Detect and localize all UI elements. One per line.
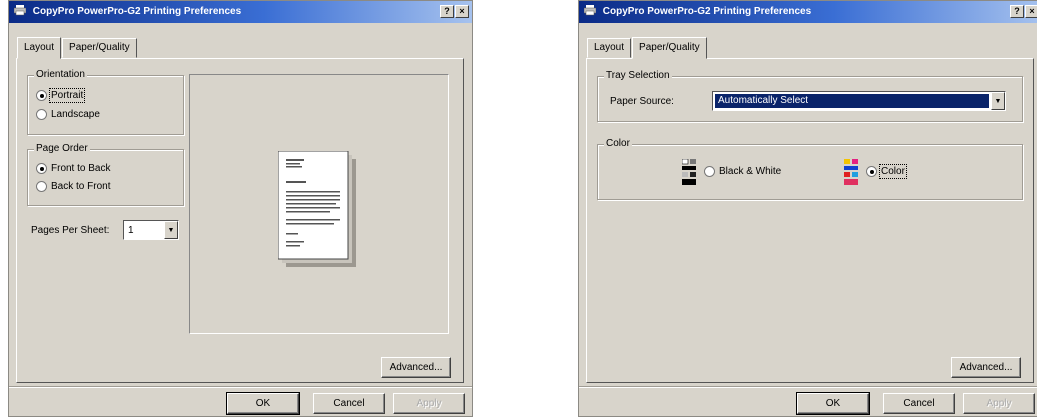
paper-source-select[interactable]: Automatically Select ▼	[712, 91, 1006, 111]
tab-panel: Tray Selection Paper Source: Automatical…	[586, 58, 1034, 383]
cancel-button[interactable]: Cancel	[313, 393, 385, 414]
color-group: Color Black & White Color	[597, 138, 1023, 200]
color-radio[interactable]: Color	[866, 164, 907, 179]
landscape-radio[interactable]: Landscape	[36, 109, 100, 120]
tab-paper-quality[interactable]: Paper/Quality	[632, 37, 707, 59]
radio-selected-icon	[36, 163, 47, 174]
window-title: CopyPro PowerPro-G2 Printing Preferences	[602, 6, 812, 17]
radio-icon	[704, 166, 715, 177]
black-white-label: Black & White	[719, 166, 782, 177]
back-to-front-label: Back to Front	[51, 181, 111, 192]
tab-paper-quality[interactable]: Paper/Quality	[62, 38, 137, 58]
pages-per-sheet-label: Pages Per Sheet:	[31, 225, 110, 236]
pages-per-sheet-select[interactable]: 1 ▼	[123, 220, 179, 240]
color-icon	[844, 159, 858, 185]
close-button[interactable]: ×	[455, 5, 469, 18]
portrait-radio[interactable]: Portrait	[36, 88, 86, 103]
help-button[interactable]: ?	[1010, 5, 1024, 18]
divider	[9, 386, 472, 388]
paper-source-value: Automatically Select	[715, 94, 989, 108]
chevron-down-icon[interactable]: ▼	[164, 221, 178, 239]
radio-selected-icon	[866, 166, 877, 177]
radio-selected-icon	[36, 90, 47, 101]
paper-quality-preferences-dialog: CopyPro PowerPro-G2 Printing Preferences…	[578, 0, 1037, 417]
close-button[interactable]: ×	[1025, 5, 1037, 18]
chevron-down-icon[interactable]: ▼	[991, 92, 1005, 110]
printer-icon	[584, 5, 596, 16]
divider	[579, 386, 1037, 388]
orientation-label: Orientation	[34, 69, 87, 80]
help-button[interactable]: ?	[440, 5, 454, 18]
color-option-label: Color	[879, 164, 907, 179]
color-label: Color	[604, 138, 632, 149]
radio-icon	[36, 109, 47, 120]
titlebar[interactable]: CopyPro PowerPro-G2 Printing Preferences…	[579, 1, 1037, 23]
paper-source-label: Paper Source:	[610, 96, 674, 107]
page-order-group: Page Order Front to Back Back to Front	[27, 143, 184, 206]
apply-button[interactable]: Apply	[393, 393, 465, 414]
layout-preferences-dialog: CopyPro PowerPro-G2 Printing Preferences…	[8, 0, 473, 417]
radio-icon	[36, 181, 47, 192]
black-white-icon	[682, 159, 696, 185]
front-to-back-label: Front to Back	[51, 163, 111, 174]
window-title: CopyPro PowerPro-G2 Printing Preferences	[32, 6, 242, 17]
black-white-radio[interactable]: Black & White	[704, 166, 781, 177]
titlebar[interactable]: CopyPro PowerPro-G2 Printing Preferences…	[9, 1, 472, 23]
page-preview	[189, 74, 449, 334]
tab-panel: Orientation Portrait Landscape Page Orde…	[16, 58, 464, 383]
orientation-group: Orientation Portrait Landscape	[27, 69, 184, 135]
tray-selection-group: Tray Selection Paper Source: Automatical…	[597, 70, 1023, 122]
advanced-button[interactable]: Advanced...	[951, 357, 1021, 378]
cancel-button[interactable]: Cancel	[883, 393, 955, 414]
ok-button[interactable]: OK	[226, 392, 300, 415]
landscape-label: Landscape	[51, 109, 100, 120]
ok-button[interactable]: OK	[796, 392, 870, 415]
portrait-label: Portrait	[48, 88, 86, 103]
page-order-label: Page Order	[34, 143, 90, 154]
front-to-back-radio[interactable]: Front to Back	[36, 163, 110, 174]
advanced-button[interactable]: Advanced...	[381, 357, 451, 378]
tab-layout[interactable]: Layout	[17, 37, 62, 59]
tray-selection-label: Tray Selection	[604, 70, 672, 81]
apply-button[interactable]: Apply	[963, 393, 1035, 414]
tab-layout[interactable]: Layout	[587, 38, 632, 58]
back-to-front-radio[interactable]: Back to Front	[36, 181, 110, 192]
pages-per-sheet-value: 1	[128, 224, 134, 236]
document-preview-icon	[278, 151, 356, 267]
printer-icon	[14, 5, 26, 16]
